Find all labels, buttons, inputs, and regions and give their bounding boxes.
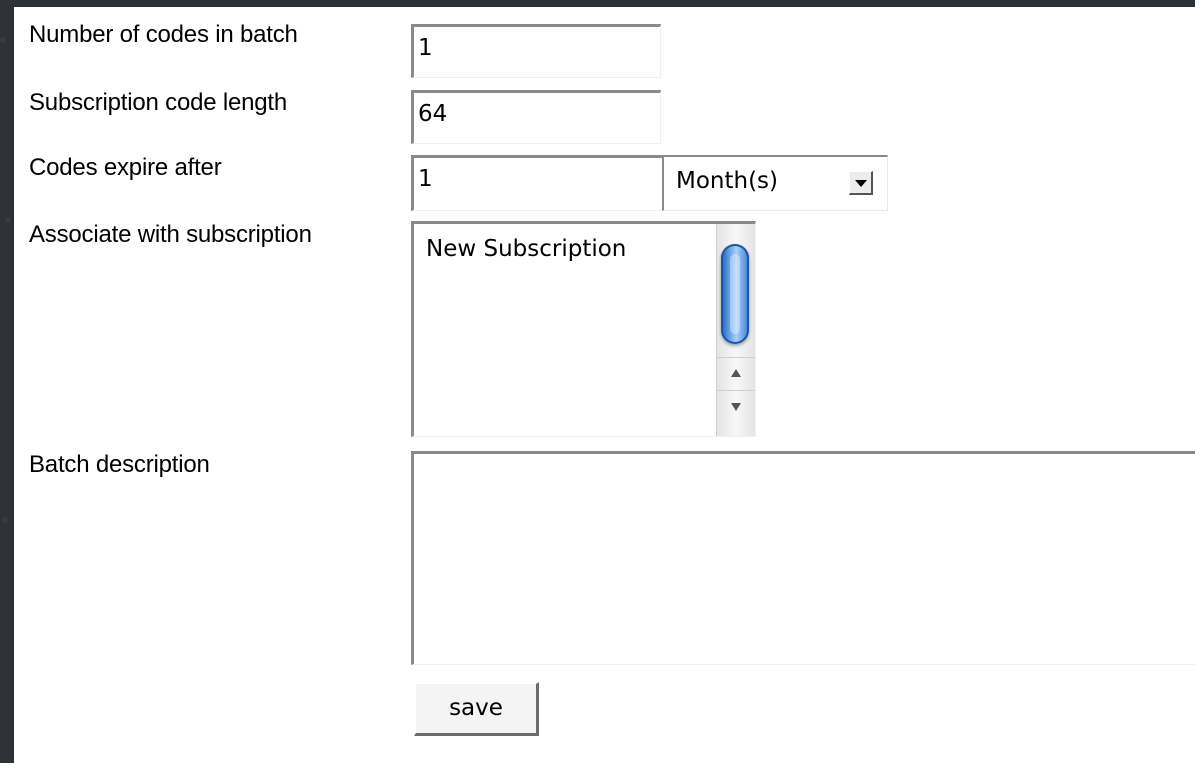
batch-description-label: Batch description <box>29 451 210 478</box>
associate-subscription-label: Associate with subscription <box>29 221 312 248</box>
chevron-down-icon[interactable] <box>849 171 873 195</box>
codes-count-input[interactable]: 1 <box>411 24 661 78</box>
batch-description-textarea[interactable] <box>411 451 1195 665</box>
subscription-listbox[interactable]: New Subscription <box>411 221 756 437</box>
expire-after-label: Codes expire after <box>29 154 222 181</box>
codes-count-label: Number of codes in batch <box>29 21 298 48</box>
scroll-thumb[interactable] <box>721 244 749 344</box>
expire-after-input[interactable]: 1 <box>411 155 663 211</box>
scroll-up-arrow-icon[interactable] <box>717 357 755 390</box>
scroll-down-arrow-icon[interactable] <box>717 390 755 423</box>
code-length-label: Subscription code length <box>29 89 288 116</box>
expire-unit-value: Month(s) <box>676 168 779 194</box>
form-panel: Number of codes in batch 1 Subscription … <box>14 7 1195 763</box>
save-button[interactable]: save <box>414 682 539 736</box>
listbox-scrollbar[interactable] <box>716 224 755 436</box>
code-length-input[interactable]: 64 <box>411 90 661 144</box>
expire-unit-select[interactable]: Month(s) <box>662 155 888 211</box>
list-option-new-subscription[interactable]: New Subscription <box>426 236 626 262</box>
